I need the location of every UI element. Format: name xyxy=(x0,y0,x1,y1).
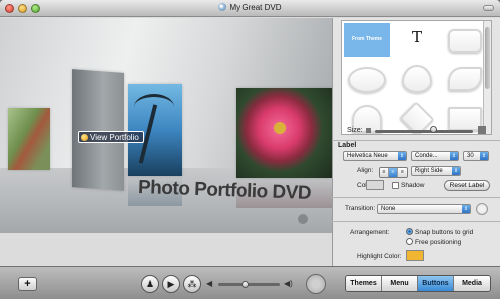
dvd-document-icon xyxy=(218,3,227,11)
bottom-toolbar: + ♟ ▶ ⁂ ◀ ◀) Themes Menu Buttons Media xyxy=(0,266,500,299)
tab-media[interactable]: Media xyxy=(454,276,490,291)
align-right-button[interactable]: ≡ xyxy=(398,168,407,177)
transition-direction-wheel[interactable] xyxy=(476,203,488,215)
running-man-icon: ♟ xyxy=(145,279,155,289)
volume-high-icon: ◀) xyxy=(284,279,293,288)
button-shape-gallery: From Theme T xyxy=(341,20,492,135)
apple-logo-icon xyxy=(298,214,308,224)
frame-icon xyxy=(448,107,482,131)
photo-panel-flower xyxy=(236,88,332,178)
shadow-checkbox[interactable] xyxy=(392,182,399,189)
text-shape-icon: T xyxy=(411,28,422,46)
map-view-button[interactable]: ⁂ xyxy=(183,275,201,293)
gallery-scrollbar[interactable] xyxy=(483,21,491,134)
menu-preview: View Portfolio Photo Portfolio DVD xyxy=(0,18,332,233)
map-view-icon: ⁂ xyxy=(187,279,197,289)
popup-arrows-icon: ⇕ xyxy=(480,152,488,160)
window-title: My Great DVD xyxy=(229,3,282,12)
motion-toggle-button[interactable]: ♟ xyxy=(141,275,159,293)
idvd-window: My Great DVD View Portfolio Photo Portfo… xyxy=(0,0,500,299)
play-icon: ▶ xyxy=(167,279,175,289)
snap-to-grid-radio[interactable] xyxy=(406,228,413,235)
heart-icon xyxy=(402,65,432,93)
popup-arrows-icon: ⇕ xyxy=(450,152,458,160)
popup-arrows-icon: ⇕ xyxy=(452,167,460,175)
gallery-scroll-thumb[interactable] xyxy=(485,27,490,89)
align-center-button[interactable]: ≡ xyxy=(389,168,398,177)
photo-panel-blank xyxy=(72,69,124,191)
shape-leaf[interactable] xyxy=(442,61,488,95)
leaf-icon xyxy=(448,67,482,91)
font-style-popup[interactable]: Conde... ⇕ xyxy=(411,151,459,161)
photo-panel-hydrant xyxy=(8,108,50,170)
volume-low-icon: ◀ xyxy=(206,279,213,288)
transition-label: Transition: xyxy=(345,205,376,212)
toolbar-toggle-button[interactable] xyxy=(483,5,494,11)
button-bullet-icon xyxy=(81,134,88,141)
font-family-value: Helvetica Neue xyxy=(347,153,388,159)
font-size-popup[interactable]: 30 ⇕ xyxy=(463,151,489,161)
shape-oval[interactable] xyxy=(344,61,390,95)
view-portfolio-label: View Portfolio xyxy=(90,133,139,142)
tab-buttons[interactable]: Buttons xyxy=(418,276,454,291)
label-section-heading: Label xyxy=(338,142,357,149)
photo-panel-tree xyxy=(128,84,182,176)
popup-arrows-icon: ⇕ xyxy=(462,205,470,213)
label-position-popup[interactable]: Right Side ⇕ xyxy=(411,166,461,176)
section-divider xyxy=(332,197,500,198)
align-left-button[interactable]: ≡ xyxy=(380,168,389,177)
label-color-well[interactable] xyxy=(366,180,384,190)
section-divider xyxy=(332,140,500,141)
highlight-color-well[interactable] xyxy=(406,250,424,261)
snap-to-grid-label: Snap buttons to grid xyxy=(415,229,474,236)
volume-slider[interactable] xyxy=(218,283,280,286)
shape-from-theme[interactable]: From Theme xyxy=(344,23,390,57)
free-positioning-radio[interactable] xyxy=(406,238,413,245)
size-slider[interactable] xyxy=(375,130,473,133)
rounded-rect-icon xyxy=(448,29,482,53)
tab-menu[interactable]: Menu xyxy=(382,276,418,291)
font-size-value: 30 xyxy=(467,153,474,159)
view-portfolio-menu-button[interactable]: View Portfolio xyxy=(78,131,144,143)
small-size-icon xyxy=(366,128,371,133)
tab-themes[interactable]: Themes xyxy=(346,276,382,291)
large-size-icon xyxy=(478,126,486,134)
popup-arrows-icon: ⇕ xyxy=(398,152,406,160)
shape-rounded-rect[interactable] xyxy=(442,23,488,57)
inspector-tab-bar: Themes Menu Buttons Media xyxy=(345,275,491,292)
font-style-value: Conde... xyxy=(415,153,438,159)
volume-slider-knob[interactable] xyxy=(241,281,249,288)
reset-label-button[interactable]: Reset Label xyxy=(444,180,490,191)
free-positioning-label: Free positioning xyxy=(415,239,462,246)
section-divider xyxy=(332,221,500,222)
play-button[interactable]: ▶ xyxy=(162,275,180,293)
size-slider-knob[interactable] xyxy=(429,126,437,133)
shape-from-theme-label: From Theme xyxy=(351,36,382,42)
transition-value: None xyxy=(381,206,396,212)
shape-heart[interactable] xyxy=(394,61,440,95)
highlight-color-label: Highlight Color: xyxy=(357,253,402,260)
size-label: Size: xyxy=(347,127,363,134)
transition-popup[interactable]: None ⇕ xyxy=(377,204,471,214)
motion-playhead-icon[interactable] xyxy=(306,274,326,294)
align-label: Align: xyxy=(357,167,374,174)
title-bar: My Great DVD xyxy=(0,0,500,17)
shape-text-only[interactable]: T xyxy=(394,23,440,57)
font-family-popup[interactable]: Helvetica Neue ⇕ xyxy=(343,151,407,161)
shadow-label: Shadow xyxy=(401,182,425,189)
window-title-area: My Great DVD xyxy=(0,3,500,12)
oval-icon xyxy=(348,67,386,93)
flower-center xyxy=(274,122,286,134)
arrangement-label: Arrangement: xyxy=(350,229,390,236)
label-position-value: Right Side xyxy=(415,168,443,174)
add-button[interactable]: + xyxy=(18,277,37,291)
text-alignment-control: ≡ ≡ ≡ xyxy=(379,167,408,178)
